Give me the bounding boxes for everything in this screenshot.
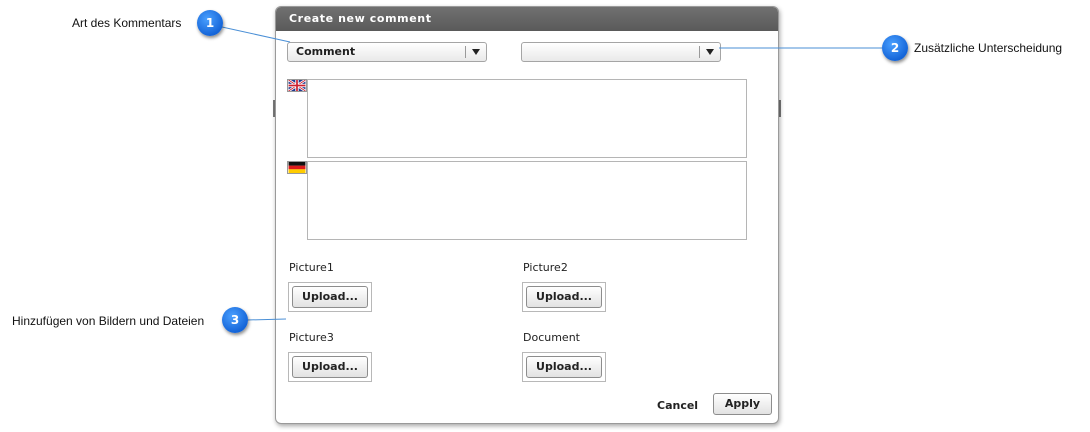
document-upload-button[interactable]: Upload... [526, 356, 602, 378]
apply-button[interactable]: Apply [713, 393, 772, 415]
secondary-classification-select[interactable] [521, 42, 721, 62]
chevron-down-icon [706, 49, 714, 55]
callout-2-text: Zusätzliche Unterscheidung [914, 41, 1063, 55]
comment-text-german[interactable] [307, 161, 747, 240]
picture1-upload-frame: Upload... [288, 282, 372, 312]
callout-3-marker: 3 [222, 307, 248, 333]
picture1-upload-button[interactable]: Upload... [292, 286, 368, 308]
callout-1-marker: 1 [197, 10, 223, 36]
picture2-label: Picture2 [523, 261, 568, 274]
comment-text-english[interactable] [307, 79, 747, 158]
comment-type-value: Comment [296, 45, 356, 58]
picture2-upload-button[interactable]: Upload... [526, 286, 602, 308]
create-comment-dialog: Create new comment Comment Picture1 Uplo… [275, 6, 779, 424]
comment-type-select[interactable]: Comment [287, 42, 487, 62]
dialog-title: Create new comment [276, 7, 778, 31]
document-label: Document [523, 331, 580, 344]
callout-1-text: Art des Kommentars [72, 16, 182, 30]
callout-3-text: Hinzufügen von Bildern und Dateien [12, 314, 205, 328]
picture3-label: Picture3 [289, 331, 334, 344]
picture1-label: Picture1 [289, 261, 334, 274]
chevron-down-icon [472, 49, 480, 55]
cancel-button[interactable]: Cancel [657, 399, 698, 412]
flag-germany-icon [287, 161, 307, 174]
callout-2-marker: 2 [882, 35, 908, 61]
flag-uk-icon [287, 79, 307, 92]
picture3-upload-frame: Upload... [288, 352, 372, 382]
picture3-upload-button[interactable]: Upload... [292, 356, 368, 378]
document-upload-frame: Upload... [522, 352, 606, 382]
picture2-upload-frame: Upload... [522, 282, 606, 312]
